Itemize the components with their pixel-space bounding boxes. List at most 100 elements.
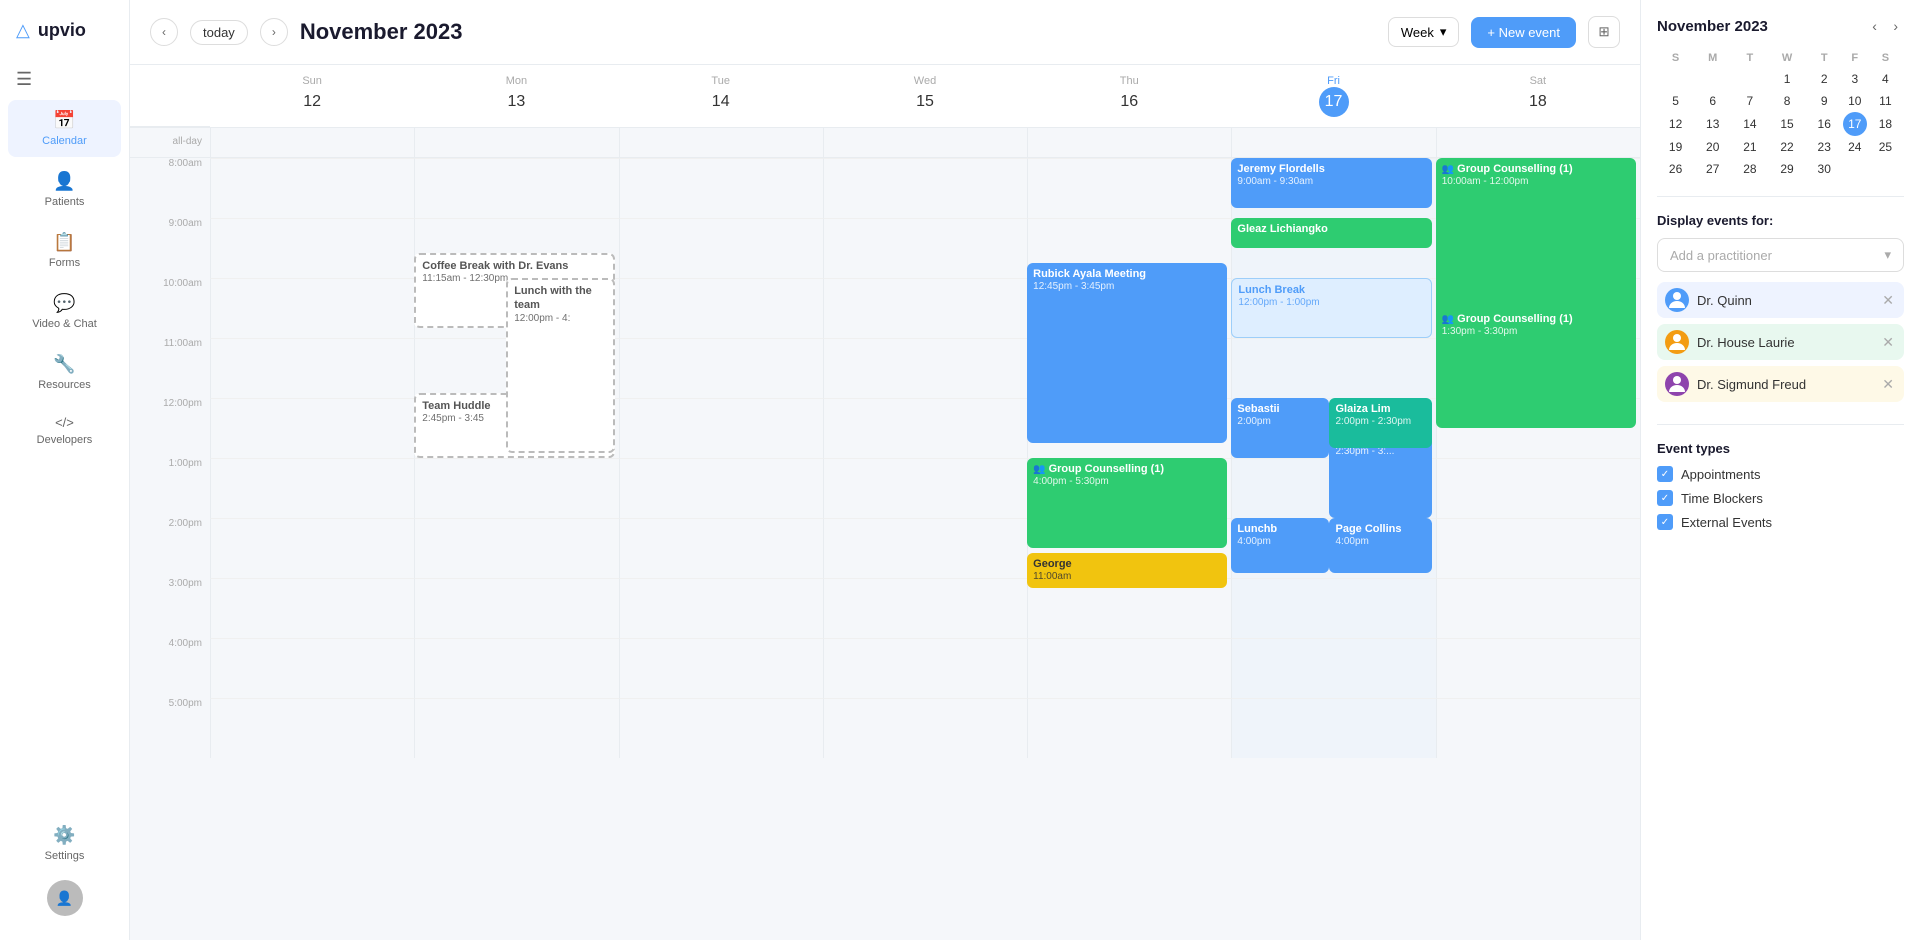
time-cell[interactable]: [210, 638, 414, 698]
mini-cal-day[interactable]: 6: [1694, 90, 1731, 112]
timeblockers-checkbox[interactable]: ✓: [1657, 490, 1673, 506]
calendar-event[interactable]: George 11:00am: [1027, 553, 1227, 588]
time-cell[interactable]: [1436, 698, 1640, 758]
sidebar-item-calendar[interactable]: 📅 Calendar: [8, 100, 121, 157]
mini-cal-day[interactable]: 21: [1731, 136, 1768, 158]
time-cell[interactable]: [210, 698, 414, 758]
time-cell[interactable]: [210, 338, 414, 398]
time-cell[interactable]: [210, 278, 414, 338]
new-event-button[interactable]: + New event: [1471, 17, 1576, 48]
calendar-event[interactable]: Lunch with the team 12:00pm - 4:: [506, 278, 614, 453]
time-cell[interactable]: [414, 698, 618, 758]
time-cell[interactable]: [1231, 638, 1435, 698]
mini-next-button[interactable]: ›: [1887, 16, 1904, 36]
remove-house-button[interactable]: ✕: [1880, 334, 1896, 351]
time-cell[interactable]: [210, 458, 414, 518]
remove-freud-button[interactable]: ✕: [1880, 376, 1896, 393]
mini-cal-day[interactable]: 28: [1731, 158, 1768, 180]
menu-button[interactable]: ☰: [0, 61, 129, 98]
user-avatar[interactable]: 👤: [47, 880, 83, 916]
grid-view-button[interactable]: ⊞: [1588, 16, 1620, 48]
calendar-event[interactable]: Jeremy Flordells 9:00am - 9:30am: [1231, 158, 1431, 208]
time-cell[interactable]: [619, 638, 823, 698]
calendar-event[interactable]: Gleaz Lichiangko: [1231, 218, 1431, 248]
time-cell[interactable]: [823, 278, 1027, 338]
mini-cal-day[interactable]: 29: [1768, 158, 1805, 180]
sidebar-item-settings[interactable]: ⚙️ Settings: [8, 815, 121, 872]
time-cell[interactable]: [823, 458, 1027, 518]
mini-cal-day[interactable]: 25: [1867, 136, 1904, 158]
time-cell[interactable]: [823, 158, 1027, 218]
time-cell[interactable]: [823, 218, 1027, 278]
time-cell[interactable]: [823, 698, 1027, 758]
mini-cal-day[interactable]: 17: [1843, 112, 1867, 136]
time-cell[interactable]: [1027, 638, 1231, 698]
sidebar-item-resources[interactable]: 🔧 Resources: [8, 344, 121, 401]
calendar-event[interactable]: Sebastii 2:00pm: [1231, 398, 1329, 458]
time-cell[interactable]: [414, 518, 618, 578]
mini-cal-day[interactable]: 5: [1657, 90, 1694, 112]
view-selector[interactable]: Week ▾: [1388, 17, 1460, 47]
mini-cal-day[interactable]: 27: [1694, 158, 1731, 180]
time-cell[interactable]: [210, 578, 414, 638]
time-cell[interactable]: [823, 578, 1027, 638]
calendar-event[interactable]: Rubick Ayala Meeting 12:45pm - 3:45pm: [1027, 263, 1227, 443]
calendar-event[interactable]: Glaiza Lim 2:00pm - 2:30pm: [1329, 398, 1431, 448]
mini-prev-button[interactable]: ‹: [1866, 16, 1883, 36]
calendar-event[interactable]: 👥Group Counselling (1) 10:00am - 12:00pm: [1436, 158, 1636, 318]
time-cell[interactable]: [823, 518, 1027, 578]
prev-week-button[interactable]: ‹: [150, 18, 178, 46]
time-cell[interactable]: [1231, 698, 1435, 758]
time-cell[interactable]: [823, 638, 1027, 698]
time-cell[interactable]: [619, 278, 823, 338]
sidebar-item-developers[interactable]: </> Developers: [8, 405, 121, 456]
time-cell[interactable]: [1436, 458, 1640, 518]
time-cell[interactable]: [619, 218, 823, 278]
time-cell[interactable]: [210, 518, 414, 578]
mini-cal-day[interactable]: 1: [1768, 68, 1805, 90]
sidebar-item-forms[interactable]: 📋 Forms: [8, 222, 121, 279]
time-cell[interactable]: [619, 158, 823, 218]
time-cell[interactable]: [1436, 578, 1640, 638]
mini-cal-day[interactable]: 9: [1806, 90, 1843, 112]
mini-cal-day[interactable]: 2: [1806, 68, 1843, 90]
time-cell[interactable]: [414, 638, 618, 698]
time-cell[interactable]: [619, 518, 823, 578]
add-practitioner-dropdown[interactable]: Add a practitioner ▾: [1657, 238, 1904, 272]
appointments-checkbox[interactable]: ✓: [1657, 466, 1673, 482]
mini-cal-day[interactable]: 24: [1843, 136, 1867, 158]
mini-cal-day[interactable]: 12: [1657, 112, 1694, 136]
time-cell[interactable]: [619, 458, 823, 518]
remove-quinn-button[interactable]: ✕: [1880, 292, 1896, 309]
mini-cal-day[interactable]: 7: [1731, 90, 1768, 112]
mini-cal-day[interactable]: 19: [1657, 136, 1694, 158]
today-button[interactable]: today: [190, 20, 248, 45]
mini-cal-day[interactable]: 11: [1867, 90, 1904, 112]
time-cell[interactable]: [414, 578, 618, 638]
sidebar-item-patients[interactable]: 👤 Patients: [8, 161, 121, 218]
time-cell[interactable]: [619, 698, 823, 758]
time-cell[interactable]: [1231, 578, 1435, 638]
mini-cal-day[interactable]: 18: [1867, 112, 1904, 136]
time-cell[interactable]: [619, 338, 823, 398]
mini-cal-day[interactable]: 10: [1843, 90, 1867, 112]
calendar-event[interactable]: 👥Group Counselling (1) 1:30pm - 3:30pm: [1436, 308, 1636, 428]
calendar-event[interactable]: Lunchb 4:00pm: [1231, 518, 1329, 573]
sidebar-item-video-chat[interactable]: 💬 Video & Chat: [8, 283, 121, 340]
mini-cal-day[interactable]: 26: [1657, 158, 1694, 180]
mini-cal-day[interactable]: 13: [1694, 112, 1731, 136]
time-cell[interactable]: [823, 398, 1027, 458]
mini-cal-day[interactable]: 8: [1768, 90, 1805, 112]
mini-cal-day[interactable]: 3: [1843, 68, 1867, 90]
time-cell[interactable]: [619, 398, 823, 458]
time-cell[interactable]: [1436, 638, 1640, 698]
mini-cal-day[interactable]: 30: [1806, 158, 1843, 180]
mini-cal-day[interactable]: 14: [1731, 112, 1768, 136]
time-cell[interactable]: [414, 458, 618, 518]
mini-cal-day[interactable]: 20: [1694, 136, 1731, 158]
time-cell[interactable]: [210, 158, 414, 218]
time-cell[interactable]: [210, 218, 414, 278]
next-week-button[interactable]: ›: [260, 18, 288, 46]
external-checkbox[interactable]: ✓: [1657, 514, 1673, 530]
calendar-event[interactable]: Page Collins 4:00pm: [1329, 518, 1431, 573]
